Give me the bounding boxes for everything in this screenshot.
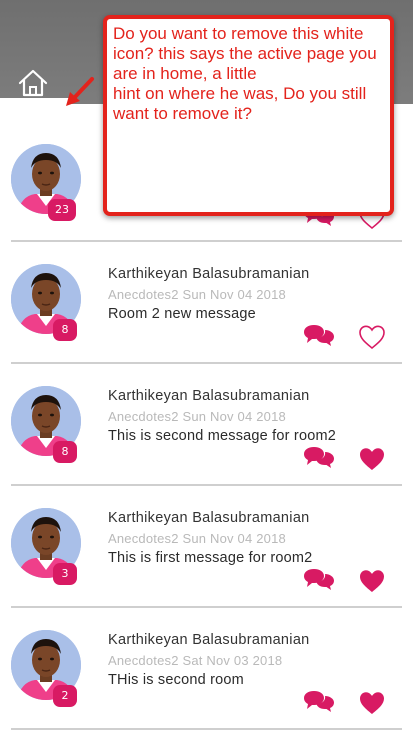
heart-filled-icon <box>360 692 384 714</box>
post-author: Karthikeyan Balasubramanian <box>108 510 310 526</box>
comment-bubbles-icon <box>304 325 334 346</box>
unread-count-badge: 8 <box>53 441 77 463</box>
post-author: Karthikeyan Balasubramanian <box>108 266 310 282</box>
unread-count-badge: 2 <box>53 685 77 707</box>
comment-button[interactable] <box>304 568 334 590</box>
home-icon <box>18 69 48 97</box>
post-author: Karthikeyan Balasubramanian <box>108 632 310 648</box>
unread-count-badge: 3 <box>53 563 77 585</box>
annotation-callout: Do you want to remove this white icon? t… <box>103 15 394 216</box>
post-message: This is first message for room2 <box>108 550 313 566</box>
post-meta: Anecdotes2 Sun Nov 04 2018 <box>108 531 286 546</box>
list-item[interactable]: 2 Karthikeyan Balasubramanian Anecdotes2… <box>11 608 402 730</box>
avatar[interactable]: 8 <box>11 264 83 341</box>
comment-button[interactable] <box>304 446 334 468</box>
comment-button[interactable] <box>304 324 334 346</box>
avatar[interactable]: 23 <box>11 144 83 221</box>
home-button[interactable] <box>16 68 50 98</box>
avatar[interactable]: 8 <box>11 386 83 463</box>
heart-outline-icon <box>359 325 385 350</box>
comment-bubbles-icon <box>304 691 334 712</box>
comment-bubbles-icon <box>304 447 334 468</box>
avatar[interactable]: 2 <box>11 630 83 707</box>
unread-count-badge: 8 <box>53 319 77 341</box>
post-message: Room 2 new message <box>108 306 256 322</box>
like-button[interactable] <box>358 568 386 594</box>
post-message: This is second message for room2 <box>108 428 337 444</box>
list-item[interactable]: 3 Karthikeyan Balasubramanian Anecdotes2… <box>11 486 402 608</box>
heart-filled-icon <box>360 448 384 470</box>
annotation-arrow-icon <box>66 77 94 106</box>
comment-bubbles-icon <box>304 569 334 590</box>
like-button[interactable] <box>358 690 386 716</box>
annotation-text: Do you want to remove this white icon? t… <box>113 24 377 123</box>
post-author: Karthikeyan Balasubramanian <box>108 388 310 404</box>
like-button[interactable] <box>358 324 386 350</box>
comment-button[interactable] <box>304 690 334 712</box>
post-meta: Anecdotes2 Sun Nov 04 2018 <box>108 409 286 424</box>
list-item[interactable]: 8 Karthikeyan Balasubramanian Anecdotes2… <box>11 364 402 486</box>
list-item[interactable]: 8 Karthikeyan Balasubramanian Anecdotes2… <box>11 242 402 364</box>
like-button[interactable] <box>358 446 386 472</box>
post-message: THis is second room <box>108 672 244 688</box>
post-meta: Anecdotes2 Sat Nov 03 2018 <box>108 653 283 668</box>
avatar[interactable]: 3 <box>11 508 83 585</box>
unread-count-badge: 23 <box>48 199 76 221</box>
heart-filled-icon <box>360 570 384 592</box>
post-meta: Anecdotes2 Sun Nov 04 2018 <box>108 287 286 302</box>
